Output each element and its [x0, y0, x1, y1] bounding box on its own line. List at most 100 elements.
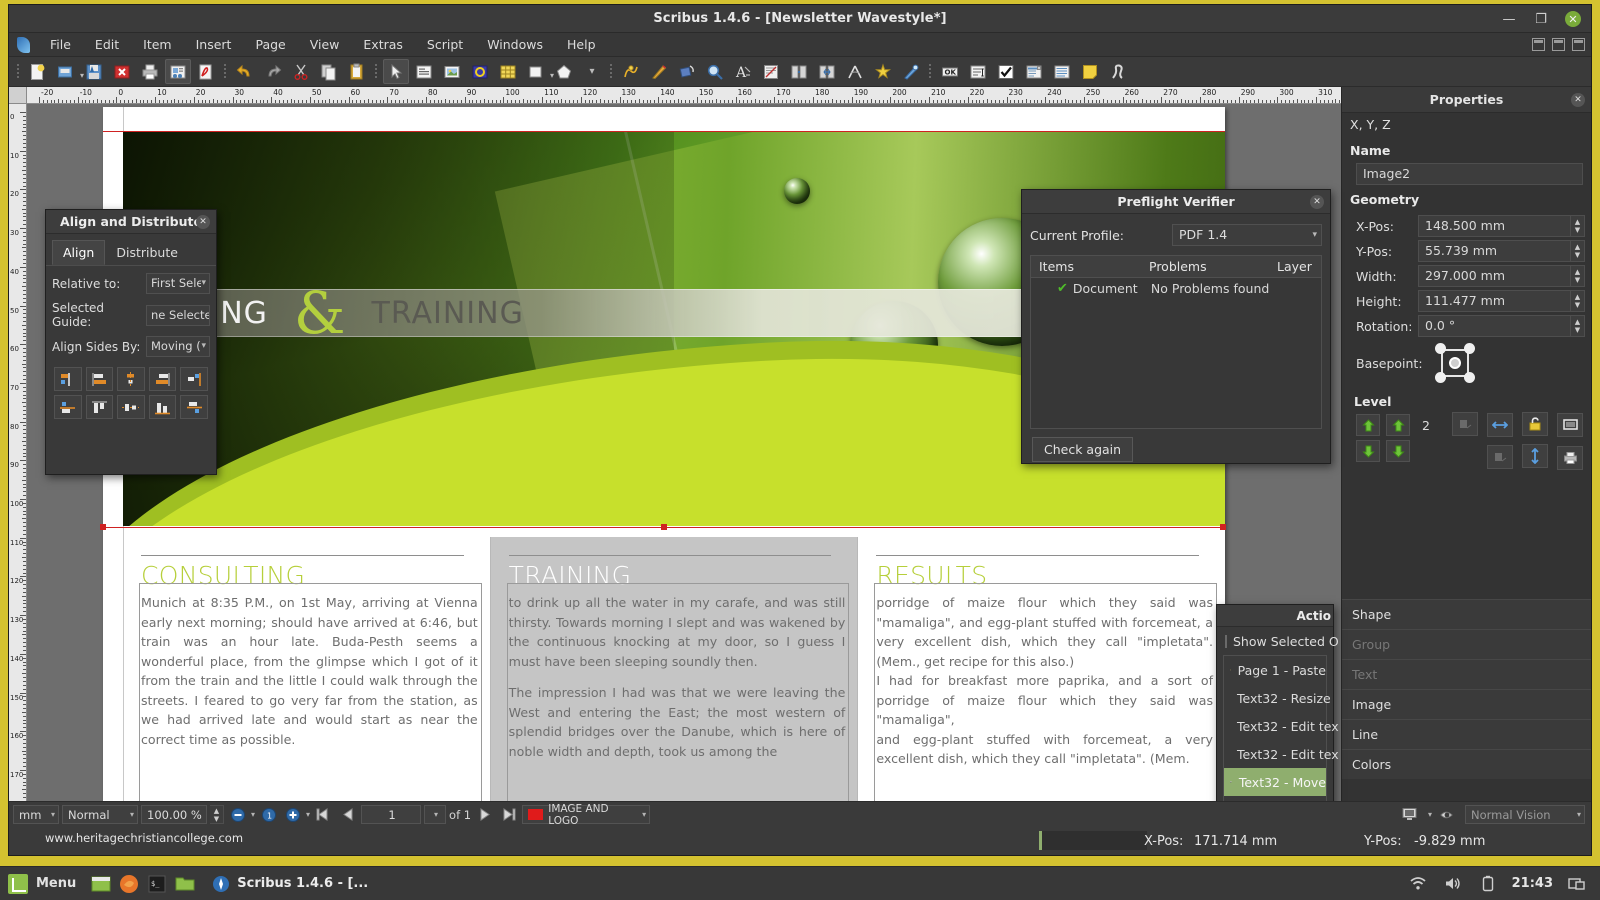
- taskbar-task-scribus[interactable]: Scribus 1.4.6 - [...: [202, 872, 378, 896]
- new-document-button[interactable]: [25, 59, 51, 84]
- rotation-input[interactable]: 0.0 °: [1418, 315, 1571, 337]
- pdf-annotation-button[interactable]: [1077, 59, 1103, 84]
- lock-size-button[interactable]: [1557, 413, 1583, 437]
- vertical-ruler[interactable]: 0102030405060708090100110120130140150160…: [9, 104, 27, 801]
- align-tops-button[interactable]: [86, 395, 114, 419]
- insert-polygon-button[interactable]: [551, 59, 577, 84]
- restore-button[interactable]: ❐: [1533, 11, 1549, 27]
- properties-close-button[interactable]: ✕: [1571, 93, 1585, 107]
- insert-freehand-line-button[interactable]: [646, 59, 672, 84]
- close-button[interactable]: ✕: [1565, 11, 1581, 27]
- action-history-window[interactable]: Actio Show Selected O Page 1 - Paste Tex…: [1216, 604, 1334, 801]
- width-stepper[interactable]: ▲▼: [1571, 265, 1585, 287]
- toolbar-grip-2[interactable]: [223, 63, 228, 81]
- flip-vertical-button[interactable]: [1522, 444, 1548, 468]
- column-training[interactable]: TRAINING to drink up all the water in my…: [490, 537, 858, 801]
- close-doc-icon[interactable]: [1572, 38, 1585, 51]
- center-vertical-axis-button[interactable]: [117, 367, 145, 391]
- menu-script[interactable]: Script: [416, 34, 474, 55]
- chevron-down-icon[interactable]: ▾: [251, 810, 255, 819]
- pdf-list-box-button[interactable]: [1049, 59, 1075, 84]
- list-item[interactable]: Text32 - Edit tex: [1224, 712, 1326, 740]
- column-results[interactable]: RESULTS porridge of maize flour which th…: [857, 537, 1225, 801]
- zoom-input[interactable]: 100.00 %: [141, 805, 207, 824]
- insert-bezier-curve-button[interactable]: [618, 59, 644, 84]
- layer-combo[interactable]: IMAGE AND LOGO ▾: [522, 805, 650, 824]
- toolbar-grip-3[interactable]: [374, 63, 379, 81]
- raise-to-top-button[interactable]: [1356, 414, 1380, 436]
- tab-align[interactable]: Align: [52, 240, 105, 265]
- basepoint-widget[interactable]: [1435, 343, 1475, 383]
- zoom-100-button[interactable]: 1: [258, 804, 279, 825]
- unit-combo[interactable]: mm▾: [13, 805, 59, 824]
- redo-button[interactable]: [260, 59, 286, 84]
- preview-mode-toggle[interactable]: [1401, 804, 1422, 825]
- console-launcher[interactable]: $_: [146, 873, 168, 895]
- menu-insert[interactable]: Insert: [185, 34, 243, 55]
- export-pdf-button[interactable]: [193, 59, 219, 84]
- polygon-dropdown-arrow[interactable]: ▾: [589, 66, 594, 77]
- selected-guide-field[interactable]: ne Selected: [146, 305, 210, 326]
- accordion-image[interactable]: Image: [1342, 689, 1591, 719]
- menu-edit[interactable]: Edit: [84, 34, 130, 55]
- list-item[interactable]: Page 1 - Paste: [1224, 656, 1326, 684]
- chevron-down-icon[interactable]: ▾: [1428, 810, 1432, 819]
- measurements-button[interactable]: [842, 59, 868, 84]
- toolbar-grip-4[interactable]: [609, 63, 614, 81]
- align-left-to-right-anchor-button[interactable]: [180, 367, 208, 391]
- quality-combo[interactable]: Normal▾: [62, 805, 138, 824]
- pdf-push-button-button[interactable]: OK: [937, 59, 963, 84]
- unlink-text-frames-button[interactable]: [814, 59, 840, 84]
- lower-to-bottom-button[interactable]: [1356, 440, 1380, 462]
- firefox-launcher[interactable]: [118, 873, 140, 895]
- page-number-dropdown[interactable]: ▾: [424, 805, 446, 824]
- menu-extras[interactable]: Extras: [352, 34, 414, 55]
- rotate-item-button[interactable]: [674, 59, 700, 84]
- insert-shape-button[interactable]: ▾: [523, 59, 549, 84]
- last-page-button[interactable]: [498, 804, 519, 825]
- menu-launcher[interactable]: Menu: [6, 874, 84, 894]
- list-item[interactable]: Text32 - Edit tex: [1224, 740, 1326, 768]
- select-item-button[interactable]: [383, 59, 409, 84]
- restore-doc-icon[interactable]: [1552, 38, 1565, 51]
- align-right-to-left-anchor-button[interactable]: [54, 367, 82, 391]
- wifi-tray-icon[interactable]: [1407, 873, 1429, 895]
- close-document-button[interactable]: [109, 59, 135, 84]
- column-consulting[interactable]: CONSULTING Munich at 8:35 P.M., on 1st M…: [123, 537, 490, 801]
- ypos-stepper[interactable]: ▲▼: [1571, 240, 1585, 262]
- column-body-training[interactable]: to drink up all the water in my carafe, …: [509, 593, 846, 761]
- vision-combo[interactable]: Normal Vision ▾: [1465, 805, 1585, 824]
- menu-windows[interactable]: Windows: [476, 34, 554, 55]
- list-item[interactable]: Text32 - Resize: [1224, 684, 1326, 712]
- column-body-results[interactable]: porridge of maize flour which they said …: [876, 593, 1213, 769]
- preflight-table[interactable]: Items Problems Layer ✔ Document No Probl…: [1030, 255, 1322, 429]
- preview-mode-button[interactable]: [165, 59, 191, 84]
- relative-to-combo[interactable]: First Sele ▾: [146, 273, 210, 294]
- polygon-dropdown-button[interactable]: ▾: [579, 59, 605, 84]
- action-history-list[interactable]: Page 1 - Paste Text32 - Resize Text32 - …: [1223, 655, 1327, 801]
- accordion-colors[interactable]: Colors: [1342, 749, 1591, 779]
- ypos-input[interactable]: 55.739 mm: [1418, 240, 1571, 262]
- lower-one-level-button[interactable]: [1386, 440, 1410, 462]
- save-document-button[interactable]: [81, 59, 107, 84]
- column-body-consulting[interactable]: Munich at 8:35 P.M., on 1st May, arrivin…: [141, 593, 478, 749]
- preflight-close-button[interactable]: ✕: [1310, 195, 1324, 209]
- insert-text-frame-button[interactable]: [411, 59, 437, 84]
- next-page-button[interactable]: [474, 804, 495, 825]
- zoom-stepper[interactable]: ▲▼: [210, 805, 224, 824]
- copy-item-properties-button[interactable]: [870, 59, 896, 84]
- menu-item[interactable]: Item: [132, 34, 182, 55]
- height-stepper[interactable]: ▲▼: [1571, 290, 1585, 312]
- undo-button[interactable]: [232, 59, 258, 84]
- zoom-in-button[interactable]: [282, 804, 303, 825]
- accordion-shape[interactable]: Shape: [1342, 599, 1591, 629]
- rotation-stepper[interactable]: ▲▼: [1571, 315, 1585, 337]
- raise-one-level-button[interactable]: [1386, 414, 1410, 436]
- basepoint-center[interactable]: [1449, 357, 1461, 369]
- first-page-button[interactable]: [313, 804, 334, 825]
- cut-button[interactable]: [288, 59, 314, 84]
- previous-page-button[interactable]: [337, 804, 358, 825]
- align-left-sides-button[interactable]: [86, 367, 114, 391]
- open-document-button[interactable]: ▾: [53, 59, 79, 84]
- selection-handle-left[interactable]: [100, 524, 106, 530]
